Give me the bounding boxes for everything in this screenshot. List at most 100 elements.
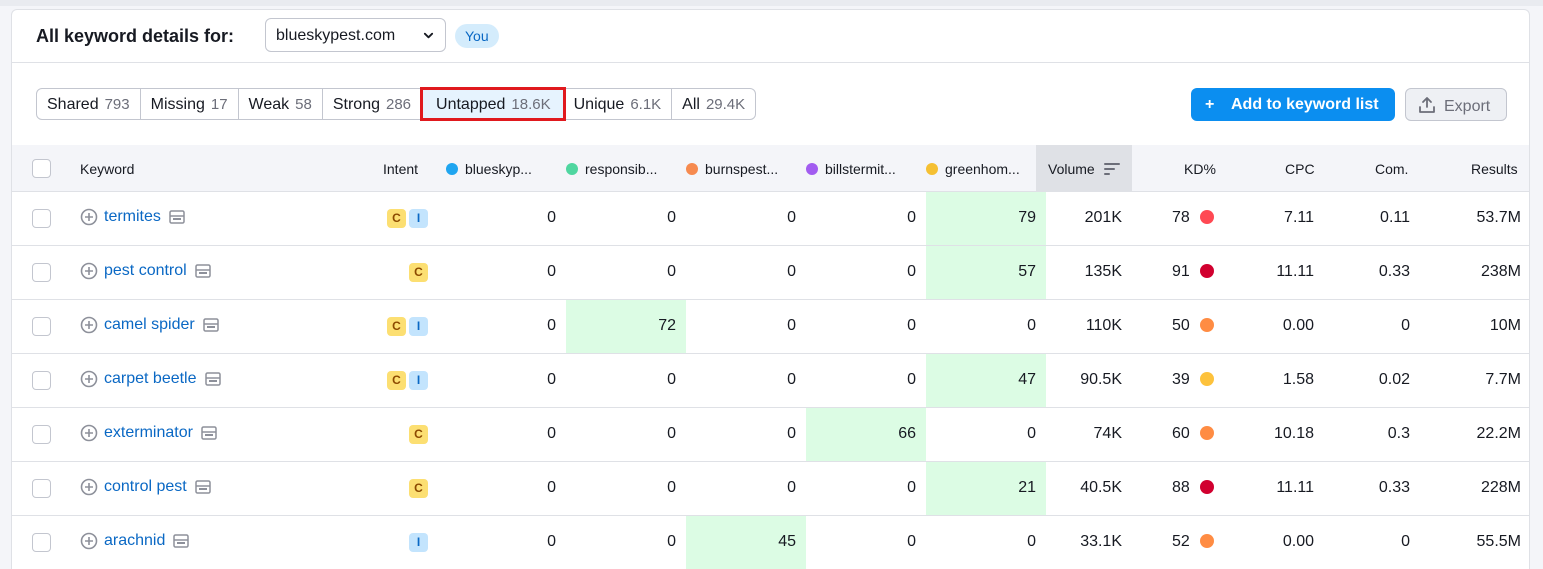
intent-badge-commercial[interactable]: C <box>387 371 406 390</box>
add-circle-icon[interactable] <box>80 262 98 280</box>
row-checkbox[interactable] <box>32 533 51 552</box>
col-domain-5[interactable]: greenhom... <box>926 161 1020 177</box>
tab-strong[interactable]: Strong 286 <box>323 89 423 119</box>
keyword-link[interactable]: pest control <box>104 262 187 280</box>
serp-features-icon[interactable] <box>169 210 185 224</box>
position-cell-d5: 79 <box>926 192 1046 245</box>
kd-cell: 52 <box>1172 533 1214 551</box>
domain-2-color-dot <box>566 163 578 175</box>
intent-badge-commercial[interactable]: C <box>409 263 428 282</box>
row-checkbox[interactable] <box>32 263 51 282</box>
tab-unique[interactable]: Unique 6.1K <box>564 89 673 119</box>
tab-untapped[interactable]: Untapped 18.6K <box>420 87 566 121</box>
col-domain-4[interactable]: billstermit... <box>806 161 896 177</box>
add-circle-icon[interactable] <box>80 424 98 442</box>
col-kd[interactable]: KD% <box>1184 161 1216 177</box>
col-domain-2-label: responsib... <box>585 161 658 177</box>
col-volume-label: Volume <box>1048 161 1095 177</box>
keyword-link[interactable]: carpet beetle <box>104 370 197 388</box>
add-circle-icon[interactable] <box>80 316 98 334</box>
tab-count: 6.1K <box>630 96 662 113</box>
add-circle-icon[interactable] <box>80 478 98 496</box>
col-cpc[interactable]: CPC <box>1285 161 1315 177</box>
export-button[interactable]: Export <box>1405 88 1507 121</box>
intent-badges: C <box>406 425 428 444</box>
results-cell: 22.2M <box>1476 425 1521 442</box>
intent-badge-informational[interactable]: I <box>409 371 428 390</box>
position-cell-d2: 72 <box>566 300 686 353</box>
serp-features-icon[interactable] <box>194 480 211 494</box>
select-all-checkbox[interactable] <box>32 159 51 178</box>
intent-badge-informational[interactable]: I <box>409 533 428 552</box>
keyword-link[interactable]: termites <box>104 208 161 226</box>
intent-badge-commercial[interactable]: C <box>387 209 406 228</box>
row-checkbox[interactable] <box>32 479 51 498</box>
position-cell-d3: 0 <box>787 263 796 280</box>
add-to-keyword-list-button[interactable]: + Add to keyword list <box>1191 88 1395 121</box>
tab-label: Missing <box>150 96 205 113</box>
panel-header: All keyword details for: blueskypest.com… <box>12 10 1529 63</box>
domain-1-color-dot <box>446 163 458 175</box>
col-domain-3[interactable]: burnspest... <box>686 161 778 177</box>
domain-4-color-dot <box>806 163 818 175</box>
row-checkbox[interactable] <box>32 317 51 336</box>
serp-features-icon[interactable] <box>201 426 217 440</box>
tab-shared[interactable]: Shared 793 <box>37 89 141 119</box>
domain-select[interactable]: blueskypest.com <box>265 18 446 52</box>
keyword-link[interactable]: exterminator <box>104 424 193 442</box>
serp-features-icon[interactable] <box>173 534 190 548</box>
keyword-link[interactable]: arachnid <box>104 532 165 550</box>
col-domain-3-label: burnspest... <box>705 161 779 177</box>
intent-badge-informational[interactable]: I <box>409 209 428 228</box>
intent-badge-commercial[interactable]: C <box>409 479 428 498</box>
intent-badge-informational[interactable]: I <box>409 317 428 336</box>
tab-weak[interactable]: Weak 58 <box>239 89 323 119</box>
col-domain-1[interactable]: blueskyp... <box>446 161 532 177</box>
tab-all[interactable]: All 29.4K <box>672 89 755 119</box>
position-cell-d4: 66 <box>806 408 926 461</box>
position-cell-d4: 0 <box>907 209 916 226</box>
add-circle-icon[interactable] <box>80 208 98 226</box>
intent-badge-commercial[interactable]: C <box>387 317 406 336</box>
keyword-link[interactable]: camel spider <box>104 316 195 334</box>
kd-value: 39 <box>1172 371 1190 388</box>
col-intent[interactable]: Intent <box>383 161 418 177</box>
domain-select-value: blueskypest.com <box>276 27 396 44</box>
position-cell-d2: 0 <box>667 263 676 280</box>
serp-features-icon[interactable] <box>202 318 219 332</box>
tab-count: 793 <box>104 96 130 113</box>
serp-features-icon[interactable] <box>194 264 211 278</box>
keyword-cell: carpet beetle <box>80 370 221 388</box>
row-checkbox[interactable] <box>32 371 51 390</box>
domain-5-color-dot <box>926 163 938 175</box>
col-keyword[interactable]: Keyword <box>80 161 134 177</box>
position-cell-d2: 0 <box>667 425 676 442</box>
col-results[interactable]: Results <box>1471 161 1518 177</box>
position-cell-d2: 0 <box>667 371 676 388</box>
row-checkbox[interactable] <box>32 209 51 228</box>
intent-badge-commercial[interactable]: C <box>409 425 428 444</box>
keyword-link[interactable]: control pest <box>104 478 187 496</box>
keyword-cell: pest control <box>80 262 211 280</box>
kd-value: 78 <box>1172 209 1190 226</box>
add-circle-icon[interactable] <box>80 370 98 388</box>
com-cell: 0.33 <box>1378 479 1410 496</box>
tab-missing[interactable]: Missing 17 <box>141 89 239 119</box>
com-cell: 0.33 <box>1378 263 1410 280</box>
results-cell: 228M <box>1480 479 1521 496</box>
kd-cell: 39 <box>1172 371 1214 389</box>
tab-label: Weak <box>248 96 290 113</box>
kd-value: 88 <box>1172 479 1190 496</box>
row-checkbox[interactable] <box>32 425 51 444</box>
position-cell-d5: 21 <box>926 462 1046 515</box>
table-row: carpet beetle C I 0 0 0 0 47 90.5K 39 1.58 0.02 7.7M <box>12 354 1529 408</box>
position-cell-d1: 0 <box>547 533 556 550</box>
col-volume[interactable]: Volume <box>1036 145 1132 192</box>
col-domain-2[interactable]: responsib... <box>566 161 657 177</box>
position-cell-d5: 57 <box>926 246 1046 299</box>
serp-features-icon[interactable] <box>204 372 221 386</box>
col-com[interactable]: Com. <box>1375 161 1408 177</box>
plus-icon: + <box>1205 96 1215 113</box>
volume-cell: 74K <box>1093 425 1122 442</box>
add-circle-icon[interactable] <box>80 532 98 550</box>
